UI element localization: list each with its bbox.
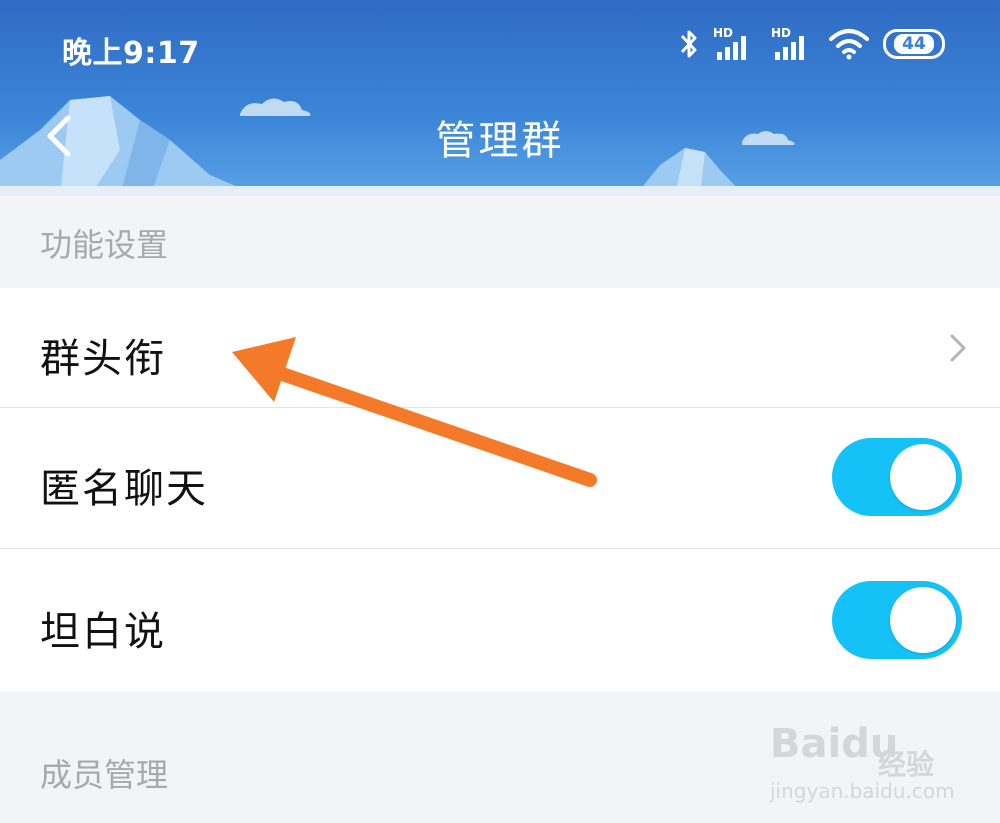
toggle-knob [890,587,956,653]
status-time: 晚上9:17 [62,36,200,71]
battery-icon: 44 [883,29,945,59]
row-label-anonymous-chat: 匿名聊天 [40,466,208,512]
section-title-members: 成员管理 [40,756,169,794]
toggle-knob [890,444,956,510]
row-group-title[interactable]: 群头衔 [0,288,1000,407]
status-icons: HD HD 44 [679,26,945,62]
watermark-cn: 经验 [878,748,935,781]
row-label-honest-talk: 坦白说 [40,609,166,655]
row-label-group-title: 群头衔 [40,336,166,382]
bluetooth-icon [680,30,697,58]
page-title: 管理群 [435,118,565,164]
baidu-watermark: Baidu 经验 jingyan.baidu.com [760,713,960,813]
signal-strength-icon-1: HD [713,26,757,62]
anonymous-chat-toggle[interactable] [832,438,962,516]
status-bar: 晚上9:17 HD HD 44 [0,0,1000,90]
honest-talk-toggle[interactable] [832,581,962,659]
chevron-right-icon [950,334,966,362]
app-header: 晚上9:17 HD HD 44 管理群 [0,0,1000,196]
battery-level: 44 [894,34,934,54]
section-title-features: 功能设置 [40,226,169,264]
watermark-url: jingyan.baidu.com [770,779,955,803]
signal-strength-icon-2: HD [771,26,815,62]
wifi-icon [829,29,869,60]
